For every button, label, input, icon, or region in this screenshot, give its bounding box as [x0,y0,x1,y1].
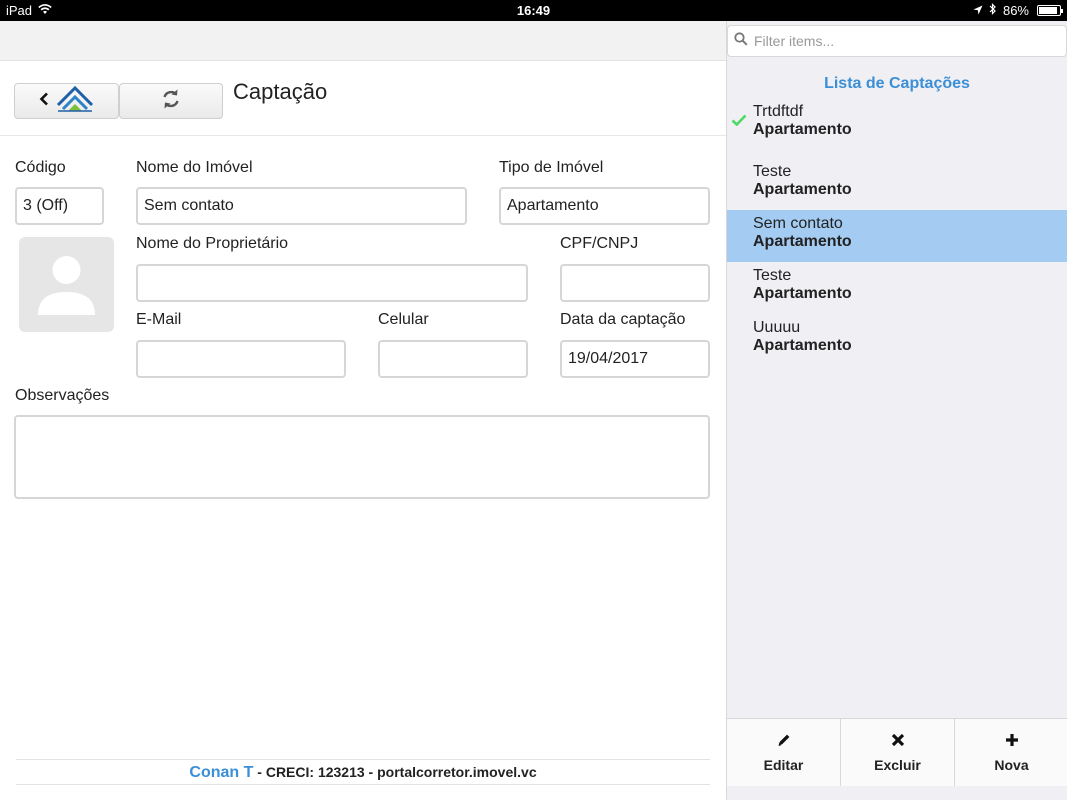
delete-button[interactable]: Excluir [841,719,955,786]
list-item[interactable]: Teste Apartamento [727,158,1067,210]
refresh-icon [161,88,181,115]
list-item[interactable]: Uuuuu Apartamento [727,314,1067,366]
list-pane: Lista de Captações Trtdftdf Apartamento … [726,21,1067,800]
list-item[interactable]: Trtdftdf Apartamento [727,98,1067,158]
footer-info: Conan T - CRECI: 123213 - portalcorretor… [16,759,710,785]
celular-label: Celular [378,311,429,328]
email-field[interactable] [136,340,346,378]
close-icon [890,732,906,751]
edit-button[interactable]: Editar [727,719,841,786]
location-icon [973,3,983,18]
edit-label: Editar [763,757,804,773]
cpf-label: CPF/CNPJ [560,235,639,252]
proprietario-label: Nome do Proprietário [136,235,289,252]
codigo-field[interactable]: 3 (Off) [15,187,104,225]
new-label: Nova [994,757,1029,773]
bluetooth-icon [989,3,997,18]
nome-imovel-field[interactable]: Sem contato [136,187,467,225]
back-home-button[interactable] [14,83,119,119]
app-root: iPad 16:49 86% Captação Código 3 (Off) N… [0,0,1067,800]
user-placeholder-icon [38,256,95,315]
home-logo-icon [55,85,95,118]
chevron-left-icon [39,92,49,111]
status-right: 86% [973,3,1063,18]
item-subtitle: Apartamento [753,181,852,198]
observacoes-label: Observações [15,387,110,404]
tipo-imovel-label: Tipo de Imóvel [499,159,604,176]
email-label: E-Mail [136,311,182,328]
item-title: Teste [753,267,792,284]
item-title: Trtdftdf [753,103,804,120]
battery-icon [1037,5,1063,16]
status-bar: iPad 16:49 86% [0,0,1067,21]
observacoes-textarea[interactable] [14,415,710,499]
item-subtitle: Apartamento [753,337,852,354]
item-title: Uuuuu [753,319,801,336]
nav-bar [0,21,726,61]
tipo-imovel-field[interactable]: Apartamento [499,187,710,225]
pencil-icon [776,732,792,751]
cpf-field[interactable] [560,264,710,302]
item-subtitle: Apartamento [753,233,852,250]
proprietario-field[interactable] [136,264,528,302]
item-title: Teste [753,163,792,180]
status-time: 16:49 [516,3,551,18]
new-button[interactable]: Nova [955,719,1067,786]
footer-name: Conan T [189,764,254,781]
page-title: Captação [233,79,328,104]
celular-field[interactable] [378,340,528,378]
captacoes-list: Trtdftdf Apartamento Teste Apartamento S… [727,98,1067,366]
avatar[interactable] [19,237,114,332]
search-icon [734,31,748,51]
list-item[interactable]: Teste Apartamento [727,262,1067,314]
footer-details: - CRECI: 123213 - portalcorretor.imovel.… [253,764,537,780]
item-title: Sem contato [753,215,843,232]
item-subtitle: Apartamento [753,121,852,138]
item-subtitle: Apartamento [753,285,852,302]
codigo-label: Código [15,159,66,176]
nome-imovel-label: Nome do Imóvel [136,159,253,176]
list-title: Lista de Captações [824,75,970,92]
delete-label: Excluir [874,757,921,773]
sync-button[interactable] [119,83,223,119]
list-item-selected[interactable]: Sem contato Apartamento [727,210,1067,262]
checkmark-icon [731,113,747,131]
filter-box[interactable] [727,25,1067,57]
data-captacao-field[interactable]: 19/04/2017 [560,340,710,378]
detail-toolbar: Captação [0,62,726,136]
battery-percent: 86% [1002,3,1029,18]
plus-icon [1004,732,1020,751]
detail-pane: Captação Código 3 (Off) Nome do Imóvel S… [0,21,726,800]
data-captacao-label: Data da captação [560,311,686,328]
filter-input[interactable] [754,33,1054,49]
action-bar: Editar Excluir Nova [727,718,1067,786]
